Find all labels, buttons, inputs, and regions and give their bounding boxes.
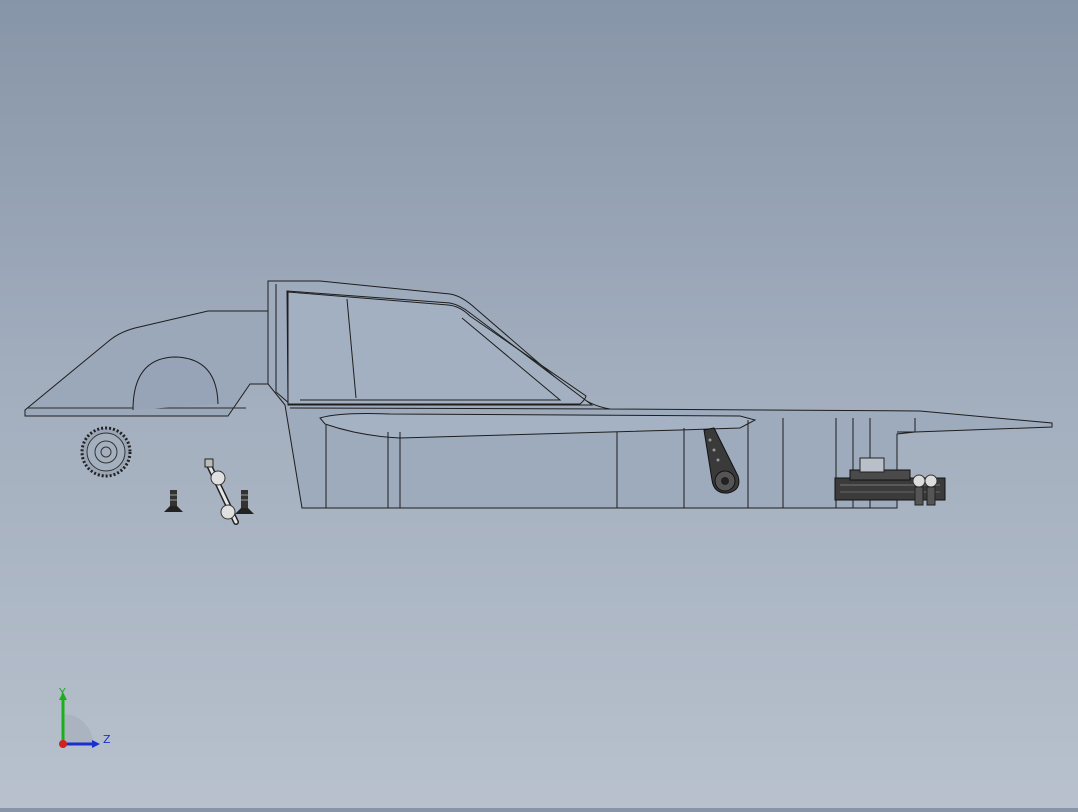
screw[interactable] <box>164 490 183 512</box>
spur-gear[interactable] <box>80 426 132 478</box>
y-axis-label: Y <box>58 686 66 699</box>
z-axis-label: Z <box>103 733 111 746</box>
drive-shaft[interactable] <box>204 458 239 525</box>
x-axis-dot <box>59 740 67 748</box>
3d-model-viewport[interactable]: Y Z <box>0 0 1078 808</box>
screw[interactable] <box>235 490 254 514</box>
model-canvas[interactable] <box>0 0 1078 808</box>
triad-plane-icon <box>63 714 93 744</box>
coordinate-triad: Y Z <box>48 684 118 754</box>
